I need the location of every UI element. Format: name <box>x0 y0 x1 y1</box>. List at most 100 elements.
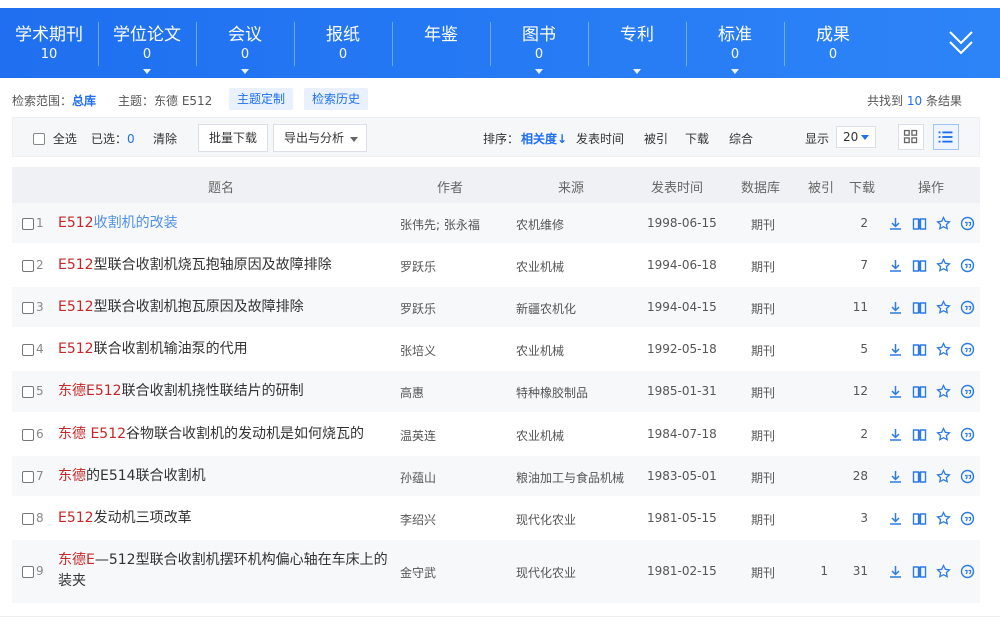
row-title-link[interactable]: 东德 E512谷物联合收割机的发动机是如何烧瓦的 <box>58 424 388 445</box>
category-dropdown-caret-icon[interactable] <box>241 69 249 74</box>
row-author[interactable]: 罗跃乐 <box>400 300 436 317</box>
download-icon[interactable] <box>888 342 903 357</box>
row-source[interactable]: 现代化农业 <box>516 511 576 528</box>
download-icon[interactable] <box>888 469 903 484</box>
row-title-link[interactable]: 东德的E514联合收割机 <box>58 466 388 487</box>
row-author[interactable]: 张培义 <box>400 342 436 359</box>
scope-range-value[interactable]: 总库 <box>72 94 96 108</box>
row-source[interactable]: 粮油加工与食品机械 <box>516 469 624 486</box>
row-checkbox[interactable] <box>22 301 34 314</box>
download-icon[interactable] <box>888 258 903 273</box>
category-dropdown-caret-icon[interactable] <box>535 69 543 74</box>
row-source[interactable]: 新疆农机化 <box>516 300 576 317</box>
col-cited[interactable]: 被引 <box>808 177 834 196</box>
read-book-icon[interactable] <box>912 564 927 579</box>
category-tab-2[interactable]: 会议 0 <box>196 8 294 78</box>
select-all[interactable]: 全选 <box>33 130 77 147</box>
cite-quote-icon[interactable] <box>960 258 975 273</box>
cite-quote-icon[interactable] <box>960 427 975 442</box>
topic-customize-button[interactable]: 主题定制 <box>229 88 294 110</box>
category-tab-7[interactable]: 标准 0 <box>686 8 784 78</box>
favorite-star-icon[interactable] <box>936 564 951 579</box>
favorite-star-icon[interactable] <box>936 341 951 357</box>
search-history-button[interactable]: 检索历史 <box>304 88 369 110</box>
favorite-star-icon[interactable] <box>936 426 951 442</box>
row-source[interactable]: 现代化农业 <box>516 564 576 581</box>
category-tab-6[interactable]: 专利 <box>588 8 686 78</box>
row-checkbox[interactable] <box>22 470 34 483</box>
download-icon[interactable] <box>888 300 903 315</box>
read-book-icon[interactable] <box>912 216 927 231</box>
row-checkbox[interactable] <box>22 343 34 356</box>
read-book-icon[interactable] <box>912 342 927 357</box>
col-download[interactable]: 下载 <box>849 177 875 196</box>
row-checkbox[interactable] <box>22 386 34 398</box>
row-title-link[interactable]: 东德E—512型联合收割机摆环机构偏心轴在车床上的装夹 <box>58 550 388 592</box>
row-title-link[interactable]: 东德E512联合收割机挠性联结片的研制 <box>58 381 388 402</box>
read-book-icon[interactable] <box>912 300 927 315</box>
row-title-link[interactable]: E512型联合收割机抱瓦原因及故障排除 <box>58 297 388 318</box>
row-author[interactable]: 高惠 <box>400 384 424 401</box>
row-author[interactable]: 罗跃乐 <box>400 258 436 275</box>
download-icon[interactable] <box>888 216 903 231</box>
favorite-star-icon[interactable] <box>936 384 951 399</box>
download-icon[interactable] <box>888 427 903 442</box>
cite-quote-icon[interactable] <box>960 216 975 231</box>
row-source[interactable]: 农业机械 <box>516 427 564 444</box>
download-icon[interactable] <box>888 564 903 579</box>
expand-chevron-icon[interactable] <box>948 24 974 60</box>
cite-quote-icon[interactable] <box>960 384 975 399</box>
sort-date-option[interactable]: 发表时间 <box>576 130 624 147</box>
list-view-button[interactable] <box>933 124 959 150</box>
read-book-icon[interactable] <box>912 384 927 399</box>
row-checkbox[interactable] <box>22 428 34 441</box>
favorite-star-icon[interactable] <box>936 299 951 315</box>
read-book-icon[interactable] <box>912 258 927 273</box>
row-checkbox[interactable] <box>22 566 34 578</box>
favorite-star-icon[interactable] <box>936 257 951 273</box>
read-book-icon[interactable] <box>912 511 927 526</box>
read-book-icon[interactable] <box>912 427 927 442</box>
row-author[interactable]: 李绍兴 <box>400 511 436 528</box>
row-author[interactable]: 张伟先; 张永福 <box>400 216 480 233</box>
category-tab-0[interactable]: 学术期刊 10 <box>0 8 98 78</box>
category-tab-4[interactable]: 年鉴 <box>392 8 490 78</box>
sort-overall-option[interactable]: 综合 <box>729 130 753 147</box>
download-icon[interactable] <box>888 384 903 399</box>
row-checkbox[interactable] <box>22 217 34 230</box>
row-author[interactable]: 金守武 <box>400 564 436 581</box>
row-checkbox[interactable] <box>22 259 34 272</box>
cite-quote-icon[interactable] <box>960 469 975 484</box>
category-tab-1[interactable]: 学位论文 0 <box>98 8 196 78</box>
row-author[interactable]: 孙蕴山 <box>400 469 436 486</box>
page-size-select[interactable]: 20 <box>836 126 876 148</box>
row-title-link[interactable]: E512发动机三项改革 <box>58 508 388 529</box>
grid-view-button[interactable] <box>898 124 924 150</box>
row-source[interactable]: 农业机械 <box>516 342 564 359</box>
cite-quote-icon[interactable] <box>960 342 975 357</box>
cite-quote-icon[interactable] <box>960 511 975 526</box>
cite-quote-icon[interactable] <box>960 300 975 315</box>
row-title-link[interactable]: E512型联合收割机烧瓦抱轴原因及故障排除 <box>58 255 388 276</box>
sort-download-option[interactable]: 下载 <box>685 130 709 147</box>
favorite-star-icon[interactable] <box>936 215 951 231</box>
cite-quote-icon[interactable] <box>960 564 975 579</box>
category-tab-3[interactable]: 报纸 0 <box>294 8 392 78</box>
category-tab-5[interactable]: 图书 0 <box>490 8 588 78</box>
clear-selection-link[interactable]: 清除 <box>153 130 177 147</box>
category-dropdown-caret-icon[interactable] <box>143 69 151 74</box>
download-icon[interactable] <box>888 511 903 526</box>
category-tab-8[interactable]: 成果 0 <box>784 8 882 78</box>
sort-relevance-option[interactable]: 相关度↓ <box>521 130 567 147</box>
row-source[interactable]: 农机维修 <box>516 216 564 233</box>
row-source[interactable]: 农业机械 <box>516 258 564 275</box>
category-dropdown-caret-icon[interactable] <box>731 69 739 74</box>
batch-download-button[interactable]: 批量下载 <box>198 124 269 152</box>
category-dropdown-caret-icon[interactable] <box>633 69 641 74</box>
favorite-star-icon[interactable] <box>936 510 951 526</box>
favorite-star-icon[interactable] <box>936 468 951 484</box>
export-analyze-button[interactable]: 导出与分析 <box>273 124 368 152</box>
row-checkbox[interactable] <box>22 512 34 525</box>
row-title-link[interactable]: E512联合收割机输油泵的代用 <box>58 339 388 360</box>
select-all-checkbox[interactable] <box>33 133 45 145</box>
